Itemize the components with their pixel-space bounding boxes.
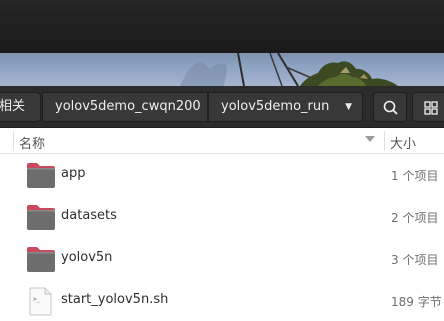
file-name: app (61, 166, 86, 181)
search-icon (383, 100, 398, 115)
file-size: 189 字节 (391, 295, 442, 309)
folder-icon (27, 205, 55, 230)
grid-view-icon (424, 101, 438, 115)
folder-icon (27, 163, 55, 188)
file-name: yolov5n (61, 250, 113, 265)
breadcrumb-label: 相关 (0, 99, 26, 114)
list-item[interactable]: datasets 2 个项目 (0, 196, 444, 238)
search-button[interactable] (373, 92, 407, 122)
list-item[interactable]: >_ start_yolov5n.sh 189 字节 (0, 280, 444, 321)
file-size: 1 个项目 (391, 169, 439, 183)
breadcrumb-label: yolov5demo_cwqn200 (55, 99, 201, 114)
file-name: datasets (61, 208, 117, 223)
triangle-down-icon[interactable]: ▼ (345, 93, 352, 121)
header-bar: 相关 yolov5demo_cwqn200 yolov5demo_run ▼ (0, 86, 444, 128)
column-size-header[interactable]: 大小 (390, 133, 416, 152)
column-header: 名称 大小 (0, 128, 444, 154)
desktop-wallpaper (0, 53, 444, 86)
svg-text:>_: >_ (33, 296, 41, 303)
list-item[interactable]: yolov5n 3 个项目 (0, 238, 444, 280)
file-list: 名称 大小 app 1 个项目 datasets 2 个项目 yolov5n 3… (0, 128, 444, 321)
terminal-script-icon: >_ (29, 287, 52, 316)
sort-descending-icon[interactable] (365, 136, 375, 142)
file-size: 3 个项目 (391, 253, 439, 267)
breadcrumb-label: yolov5demo_run (221, 99, 330, 114)
top-panel (0, 0, 444, 53)
file-size: 2 个项目 (391, 211, 439, 225)
breadcrumb-current[interactable]: yolov5demo_run ▼ (208, 92, 363, 122)
folder-icon (27, 247, 55, 272)
wallpaper-image (180, 53, 398, 86)
column-name-header[interactable]: 名称 (19, 133, 45, 152)
breadcrumb-item[interactable]: yolov5demo_cwqn200 (42, 92, 208, 122)
column-divider (13, 131, 14, 151)
list-item[interactable]: app 1 个项目 (0, 154, 444, 196)
file-name: start_yolov5n.sh (61, 292, 169, 307)
breadcrumb-item[interactable]: 相关 (0, 92, 41, 122)
column-divider[interactable] (384, 131, 385, 151)
view-toggle-button[interactable] (412, 92, 444, 122)
